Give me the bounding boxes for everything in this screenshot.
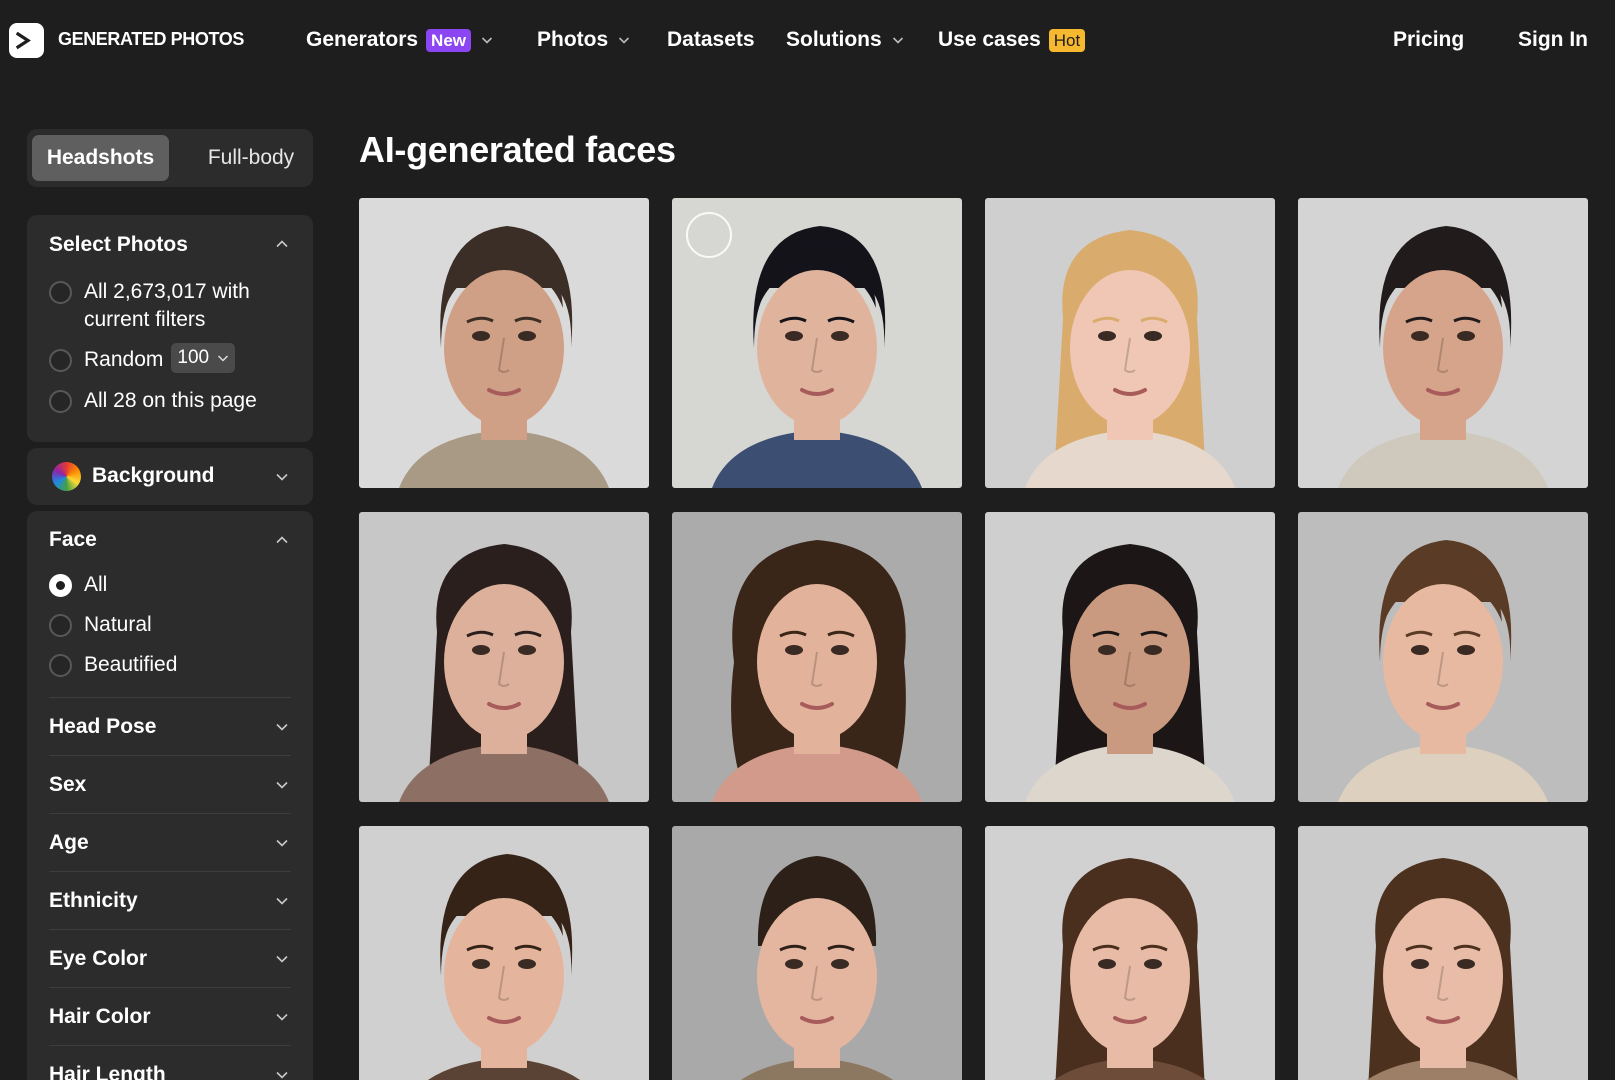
nav-solutions[interactable]: Solutions [786,26,904,54]
filter-hair-color-label: Hair Color [49,1005,151,1028]
filter-sex[interactable]: Sex [49,755,291,813]
random-count-select[interactable]: 100 [171,343,236,373]
radio-button-checked[interactable] [49,574,72,597]
face-photo-8[interactable] [1298,512,1588,802]
radio-button[interactable] [49,614,72,637]
page-title: AI-generated faces [359,129,676,170]
face-photo-4[interactable] [1298,198,1588,488]
select-all-filtered-option[interactable]: All 2,673,017 with current filters [49,280,279,334]
filter-ethnicity-label: Ethnicity [49,889,138,912]
filter-head-pose[interactable]: Head Pose [49,697,291,755]
select-photos-title[interactable]: Select Photos [49,233,188,257]
background-title: Background [92,464,215,487]
chevron-down-icon [276,723,288,731]
filter-sex-label: Sex [49,773,87,796]
radio-button[interactable] [49,390,72,413]
chevron-down-icon [481,37,493,44]
radio-button[interactable] [49,654,72,677]
chevron-down-icon [276,839,288,847]
face-filters-panel: Face All Natural Beautified Head Pose Se… [27,511,313,1080]
face-photo-3[interactable] [985,198,1275,488]
filter-hair-length-label: Hair Length [49,1063,166,1080]
face-photo-9[interactable] [359,826,649,1080]
face-photo-12[interactable] [1298,826,1588,1080]
chevron-down-icon [276,1013,288,1021]
chevron-down-icon [276,1071,288,1079]
random-count-value: 100 [177,347,210,368]
select-photos-panel: Select Photos All 2,673,017 with current… [27,215,313,442]
radio-button[interactable] [49,281,72,304]
filter-head-pose-label: Head Pose [49,715,157,738]
pricing-link[interactable]: Pricing [1393,26,1464,54]
background-panel[interactable]: Background [27,448,313,505]
new-badge: New [426,28,472,52]
filter-hair-length[interactable]: Hair Length [49,1045,291,1080]
filter-ethnicity[interactable]: Ethnicity [49,871,291,929]
face-photo-7[interactable] [985,512,1275,802]
photo-grid [359,198,1590,1080]
chevron-down-icon [276,473,288,481]
nav-solutions-label: Solutions [786,28,882,51]
face-option-natural[interactable]: Natural [49,613,152,639]
chevron-up-icon[interactable] [275,237,289,251]
nav-use-cases-label: Use cases [938,28,1041,51]
filter-hair-color[interactable]: Hair Color [49,987,291,1045]
logo-icon[interactable] [9,23,44,58]
filter-age-label: Age [49,831,89,854]
face-title[interactable]: Face [49,528,97,552]
select-all-filtered-label: All 2,673,017 with current filters [84,280,250,331]
radio-button[interactable] [49,349,72,372]
face-photo-5[interactable] [359,512,649,802]
sign-in-link[interactable]: Sign In [1518,26,1588,54]
hot-badge: Hot [1048,28,1086,52]
face-photo-2[interactable] [672,198,962,488]
face-photo-6[interactable] [672,512,962,802]
chevron-down-icon [276,897,288,905]
nav-datasets-label: Datasets [667,28,755,51]
face-option-beautified-label: Beautified [84,653,178,676]
nav-datasets[interactable]: Datasets [667,26,755,54]
nav-generators[interactable]: Generators New [306,26,493,54]
top-navigation: GENERATED PHOTOS Generators New Photos D… [0,0,1615,80]
face-option-beautified[interactable]: Beautified [49,653,178,679]
chevron-up-icon[interactable] [275,533,289,547]
chevron-down-icon [276,955,288,963]
tab-full-body[interactable]: Full-body [195,135,307,181]
face-option-all-label: All [84,573,108,596]
select-page-label: All 28 on this page [84,389,257,412]
filter-age[interactable]: Age [49,813,291,871]
chevron-down-icon [276,781,288,789]
face-photo-11[interactable] [985,826,1275,1080]
face-option-all[interactable]: All [49,573,108,599]
nav-photos[interactable]: Photos [537,26,630,54]
filter-eye-color[interactable]: Eye Color [49,929,291,987]
nav-photos-label: Photos [537,28,609,51]
select-random-option[interactable]: Random 100 [49,343,236,374]
tab-headshots[interactable]: Headshots [32,135,169,181]
photo-type-toggle: Headshots Full-body [27,129,313,187]
select-page-option[interactable]: All 28 on this page [49,389,257,415]
select-checkbox-icon[interactable] [686,212,732,258]
chevron-down-icon [892,37,903,44]
chevron-down-icon [619,37,630,44]
filter-eye-color-label: Eye Color [49,947,148,970]
select-random-label: Random [84,348,164,371]
chevron-down-icon [218,355,229,362]
color-wheel-icon [52,462,81,491]
nav-use-cases[interactable]: Use cases Hot [938,26,1086,54]
nav-generators-label: Generators [306,28,419,51]
face-photo-10[interactable] [672,826,962,1080]
face-photo-1[interactable] [359,198,649,488]
brand-name[interactable]: GENERATED PHOTOS [58,29,244,50]
face-option-natural-label: Natural [84,613,152,636]
